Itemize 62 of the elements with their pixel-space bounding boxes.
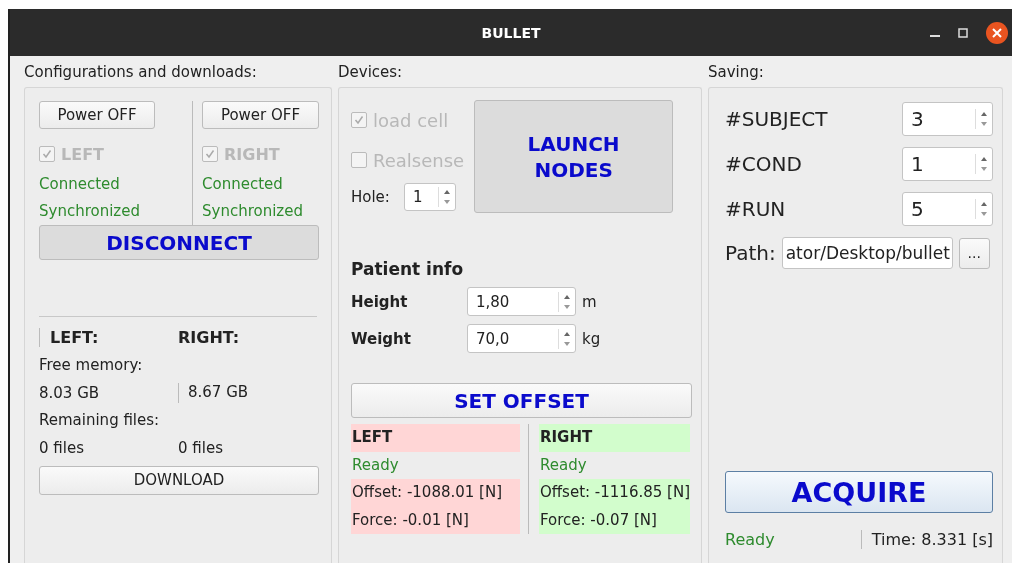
force-reading: Force: -0.01 [N] xyxy=(351,506,520,534)
status-text: Connected xyxy=(39,174,120,195)
files-value: 0 files xyxy=(178,438,223,457)
section-title: Configurations and downloads: xyxy=(24,62,257,81)
column-header: RIGHT: xyxy=(178,328,240,348)
offset-reading: Offset: -1116.85 [N] xyxy=(538,479,690,507)
unit-label: m xyxy=(582,292,597,311)
field-label: Weight xyxy=(351,329,412,348)
hole-label: Hole: xyxy=(351,188,390,206)
status-text: Ready xyxy=(725,529,775,549)
spin-box[interactable]: 1 xyxy=(902,147,993,181)
section-title: Saving: xyxy=(708,62,764,81)
status-text: Ready xyxy=(351,454,400,476)
status-text: Synchronized xyxy=(39,201,140,222)
column-header: LEFT: xyxy=(39,328,99,348)
power-button[interactable]: Power OFF xyxy=(202,101,319,129)
spin-box[interactable]: 5 xyxy=(902,192,993,226)
browse-button[interactable]: ... xyxy=(958,237,990,269)
check-icon xyxy=(42,149,52,159)
window-title: BULLET xyxy=(481,24,541,41)
spin-box[interactable]: 3 xyxy=(902,102,993,136)
section-heading: Patient info xyxy=(351,259,464,279)
files-label: Remaining files: xyxy=(39,411,160,430)
memory-label: Free memory: xyxy=(39,356,143,375)
disconnect-button[interactable]: DISCONNECT xyxy=(39,225,319,260)
spin-arrows-icon[interactable] xyxy=(975,199,989,219)
status-text: Ready xyxy=(538,454,588,476)
status-text: Synchronized xyxy=(202,201,303,222)
field-label: #SUBJECT xyxy=(725,107,828,131)
sensor-name: LEFT xyxy=(351,424,520,452)
spin-arrows-icon[interactable] xyxy=(975,154,989,174)
maximize-icon[interactable] xyxy=(958,27,968,38)
launch-button[interactable]: LAUNCH NODES xyxy=(474,100,674,213)
spin-arrows-icon[interactable] xyxy=(975,109,989,129)
field-label: #RUN xyxy=(725,197,786,221)
close-icon[interactable] xyxy=(986,21,1008,44)
check-icon xyxy=(205,149,215,159)
status-text: Connected xyxy=(202,174,283,195)
time-readout: Time: 8.331 [s] xyxy=(860,529,993,549)
spin-arrows-icon[interactable] xyxy=(558,328,572,349)
memory-value: 8.03 GB xyxy=(39,383,100,402)
path-field[interactable]: ator/Desktop/bullet xyxy=(781,237,953,269)
section-title: Devices: xyxy=(338,62,403,81)
sensor-name: RIGHT xyxy=(538,424,690,452)
offset-reading: Offset: -1088.01 [N] xyxy=(351,479,520,507)
set-offset-button[interactable]: SET OFFSET xyxy=(351,383,692,418)
download-button[interactable]: DOWNLOAD xyxy=(39,465,319,495)
spin-box[interactable]: 1,80 xyxy=(467,287,576,316)
force-reading: Force: -0.07 [N] xyxy=(538,506,690,534)
spin-arrows-icon[interactable] xyxy=(558,291,572,312)
unit-label: kg xyxy=(582,329,601,348)
field-label: #COND xyxy=(725,152,802,176)
spin-box[interactable]: 70,0 xyxy=(467,324,576,353)
spin-box[interactable]: 1 xyxy=(403,183,456,211)
memory-value: 8.67 GB xyxy=(178,382,249,403)
spin-arrows-icon[interactable] xyxy=(437,187,452,207)
power-button[interactable]: Power OFF xyxy=(39,101,155,129)
check-icon xyxy=(354,115,364,125)
acquire-button[interactable]: ACQUIRE xyxy=(725,471,993,513)
field-label: Height xyxy=(351,292,409,311)
files-value: 0 files xyxy=(39,438,84,457)
path-label: Path: xyxy=(725,241,776,265)
